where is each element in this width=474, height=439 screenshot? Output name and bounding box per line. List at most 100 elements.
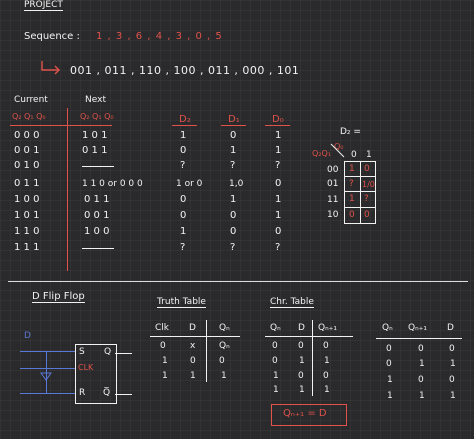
notes-canvas[interactable]: PROJECT Sequence : 1 , 3 , 6 , 4 , 3 , 0…: [0, 0, 474, 439]
table-row-d0: 1: [275, 194, 282, 205]
char-cell: 1: [273, 371, 279, 381]
kmap-grid-row: [344, 176, 375, 177]
truth-cell: 0: [160, 341, 166, 351]
sequence-label: Sequence :: [24, 31, 80, 42]
binary-sequence: 001 , 011 , 110 , 100 , 011 , 000 , 101: [70, 64, 300, 77]
d0-header: D₀: [272, 114, 284, 125]
kmap-cell: 1/0: [362, 180, 375, 189]
table-row-d2: 0: [180, 145, 187, 156]
kmap-cell: 1: [349, 164, 355, 174]
q-output-wire: [115, 353, 132, 354]
table-row-d1: 1: [230, 194, 237, 205]
kmap-cell: 0: [364, 164, 370, 174]
kmap-cell: 0: [364, 210, 370, 220]
kmap-row-header: 01: [327, 179, 339, 189]
kmap-cell: ?: [364, 194, 369, 204]
excitation-rule: [376, 338, 462, 339]
kmap-col-header: 0: [351, 150, 357, 160]
excitation-header: D: [447, 323, 454, 333]
table-row-next: 1 1 0 or 0 0 0: [82, 179, 143, 189]
kmap-corner-divider: [330, 143, 345, 158]
char-cell: 1: [299, 385, 305, 395]
table-row-next: 1 0 1: [82, 130, 108, 141]
table-row-d0: 1: [275, 210, 282, 221]
kmap-row-header: 00: [327, 165, 339, 175]
char-cell: 0: [272, 356, 278, 366]
truth-table-header: D: [189, 323, 196, 333]
char-table-header: D: [298, 323, 305, 333]
table-row-d1: 0: [230, 226, 237, 237]
table-row-d1: 1,0: [229, 179, 244, 189]
column-divider: [67, 108, 68, 271]
char-cell: 0: [323, 341, 329, 351]
truth-cell: 0: [219, 356, 225, 366]
table-row-d2: 0: [180, 210, 187, 221]
table-row-cur: 1 0 0: [14, 194, 40, 205]
excitation-cell: 1: [419, 391, 425, 401]
kmap-corner-label: Q₂Q₁: [312, 149, 332, 158]
kmap-grid-row: [344, 207, 375, 208]
d-wire-to-s: [20, 351, 75, 352]
excitation-cell: 0: [386, 359, 392, 369]
table-row-next: 1 0 0: [84, 226, 110, 237]
table-row-cur: 1 1 0: [14, 226, 40, 237]
pin-qbar: Q̅: [103, 388, 111, 398]
excitation-cell: 0: [449, 375, 455, 385]
current-header: Current: [14, 95, 48, 105]
kmap-cell: ?: [349, 179, 354, 189]
kmap-row-header: 11: [327, 195, 339, 205]
d1-header: D₁: [228, 114, 240, 125]
d2-header: D₂: [179, 114, 191, 125]
char-table-divider: [312, 320, 313, 396]
char-equation: Qₙ₊₁ = D: [283, 408, 327, 419]
table-row-d2: 0: [180, 194, 187, 205]
truth-cell: 1: [221, 371, 227, 381]
kmap-col-header: 1: [366, 150, 372, 160]
project-title: PROJECT: [24, 0, 63, 11]
table-row-d1: 0: [230, 130, 237, 141]
truth-cell: x: [190, 341, 196, 351]
d1-rule: [221, 125, 246, 126]
truth-table-rule: [150, 336, 240, 337]
table-row-d0: 0: [275, 178, 282, 189]
next-header: Next: [85, 95, 106, 105]
section-divider: [8, 281, 468, 282]
table-row-d2: 1: [180, 226, 187, 237]
char-cell: 0: [298, 341, 304, 351]
table-row-cur: 0 0 1: [14, 145, 40, 156]
char-table-header: Qₙ: [270, 323, 281, 333]
char-cell: 0: [272, 341, 278, 351]
excitation-cell: 1: [419, 359, 425, 369]
pin-s: S: [79, 347, 85, 357]
char-cell: 0: [298, 371, 304, 381]
kmap-grid-col: [360, 161, 361, 223]
kmap-grid-row: [344, 191, 375, 192]
excitation-header: Qₙ₊₁: [408, 323, 428, 333]
kmap-cell: 1: [349, 194, 355, 204]
kmap-title: D₂ =: [340, 127, 361, 137]
table-row-d2: 1: [180, 130, 187, 141]
pin-r: R: [79, 388, 86, 398]
kmap-cell: 0: [349, 210, 355, 220]
table-row-d1: ?: [230, 242, 236, 253]
table-row-d0: 0: [275, 226, 282, 237]
truth-cell: 0: [190, 356, 196, 366]
table-row-cur: 0 1 0: [14, 160, 40, 171]
header-rule: [10, 125, 112, 126]
table-row-d0: 1: [275, 130, 282, 141]
excitation-header: Qₙ: [382, 323, 393, 333]
table-row-d0: ?: [275, 242, 281, 253]
table-row-next: 0 1 1: [84, 194, 110, 205]
char-cell: 1: [273, 385, 279, 395]
table-row-d0: 1: [275, 145, 282, 156]
char-cell: 1: [299, 356, 305, 366]
char-cell: 1: [324, 385, 330, 395]
truth-cell: 1: [162, 356, 168, 366]
table-row-d2: ?: [180, 160, 186, 171]
char-cell: 1: [324, 356, 330, 366]
blank-next-line: [82, 248, 114, 249]
arrow-icon: [41, 61, 60, 75]
truth-cell: 1: [162, 371, 168, 381]
excitation-cell: 1: [450, 391, 456, 401]
inverter-icon: [40, 372, 52, 381]
